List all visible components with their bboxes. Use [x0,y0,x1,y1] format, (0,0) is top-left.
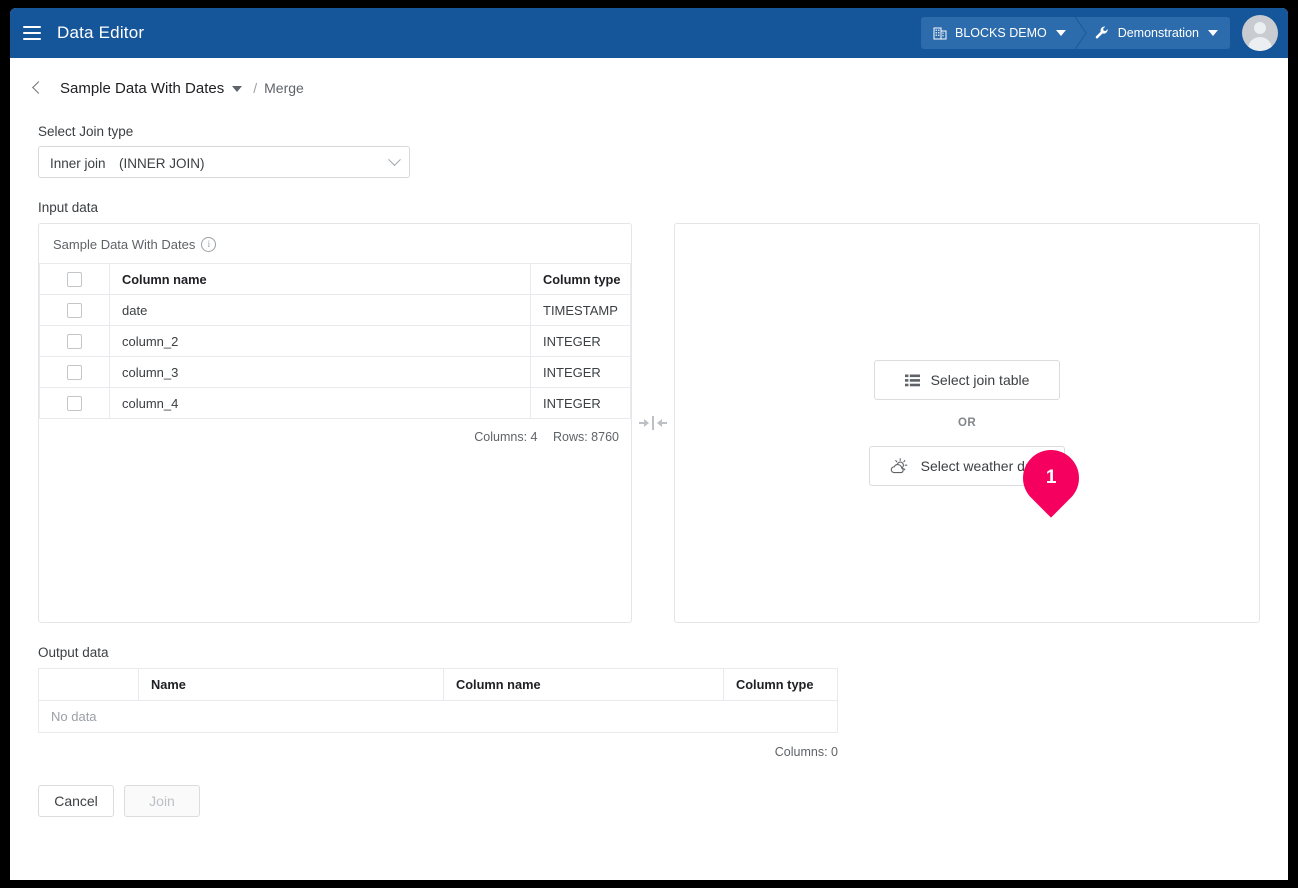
breadcrumb-dataset[interactable]: Sample Data With Dates [60,80,224,97]
join-type-selected-value: Inner join (INNER JOIN) [50,156,205,171]
callout-number: 1 [1045,467,1057,489]
join-type-label: Select Join type [38,124,134,139]
select-join-table-button[interactable]: Select join table [874,360,1060,400]
row-column-name: column_3 [109,356,531,388]
breadcrumb-separator: / [253,80,258,96]
table-row[interactable]: column_3 INTEGER [39,356,631,388]
row-column-name: column_2 [109,325,531,357]
output-data-label: Output data [38,645,109,660]
source-columns-table: Column name Column type date TIMESTAMP c… [39,263,631,419]
output-column-name-header: Column name [443,668,724,701]
row-checkbox[interactable] [67,303,82,319]
row-column-type: INTEGER [530,356,631,388]
input-data-panels: Sample Data With Dates i Column name Col… [38,223,1260,623]
table-row[interactable]: column_4 INTEGER [39,387,631,419]
join-connector [632,223,674,623]
join-target-panel: Select join table OR Select weather data… [674,223,1260,623]
app-selector-chip[interactable]: Demonstration [1075,17,1230,49]
column-type-header: Column type [530,263,631,295]
table-header-row: Column name Column type [39,263,631,295]
breadcrumb: Sample Data With Dates / Merge [10,58,1288,108]
footer-actions: Cancel Join [38,759,1260,817]
column-name-header: Column name [109,263,531,295]
source-columns-count: Columns: 4 [474,430,538,444]
input-data-label: Input data [38,200,99,215]
app-title: Data Editor [57,23,145,42]
row-select-cell [39,387,110,419]
select-all-header-cell [39,263,110,295]
row-select-cell [39,294,110,326]
app-window: Data Editor BLOCKS DEMO Demonstration Sa… [10,8,1288,880]
building-icon [933,26,947,40]
select-join-table-label: Select join table [930,372,1030,388]
page-content: Select Join type Inner join (INNER JOIN)… [10,108,1288,817]
row-column-name: column_4 [109,387,531,419]
row-checkbox[interactable] [67,365,82,381]
chevron-down-icon [388,152,401,166]
info-icon[interactable]: i [201,237,217,252]
project-chip-label: BLOCKS DEMO [955,26,1047,40]
source-table-panel: Sample Data With Dates i Column name Col… [38,223,632,623]
wrench-icon [1094,25,1110,41]
table-row[interactable]: column_2 INTEGER [39,325,631,357]
or-divider-label: OR [957,417,977,429]
app-header-right: BLOCKS DEMO Demonstration [921,8,1288,58]
join-arrows-icon [639,416,667,430]
app-header-bar: Data Editor BLOCKS DEMO Demonstration [10,8,1288,58]
output-table-stats: Columns: 0 [774,745,838,759]
output-column-type-header: Column type [723,668,838,701]
chevron-down-icon [1208,30,1218,36]
row-select-cell [39,356,110,388]
row-column-name: date [109,294,531,326]
app-chip-label: Demonstration [1117,26,1199,40]
context-chip-group: BLOCKS DEMO Demonstration [921,17,1230,49]
source-table-name: Sample Data With Dates [53,237,196,252]
row-select-cell [39,325,110,357]
source-table-title-row: Sample Data With Dates i [39,224,631,263]
join-button: Join [124,785,200,817]
output-columns-table: Name Column name Column type No data [38,668,838,733]
cancel-button[interactable]: Cancel [38,785,114,817]
row-column-type: INTEGER [530,325,631,357]
table-header-row: Name Column name Column type [38,668,838,701]
hamburger-menu-icon[interactable] [23,26,41,40]
project-selector-chip[interactable]: BLOCKS DEMO [921,17,1086,49]
source-rows-count: Rows: 8760 [552,430,619,444]
output-blank-header [38,668,139,701]
back-chevron-left-icon[interactable] [28,79,46,97]
breadcrumb-current-page: Merge [264,80,304,96]
chevron-down-icon [1056,30,1066,36]
select-all-checkbox[interactable] [67,272,82,288]
table-row[interactable]: date TIMESTAMP [39,294,631,326]
source-table-stats: Columns: 4 Rows: 8760 [39,419,631,444]
output-empty-text: No data [38,700,838,733]
row-column-type: TIMESTAMP [530,294,631,326]
table-list-icon [904,374,920,387]
weather-sun-cloud-icon [890,457,910,475]
table-empty-row: No data [38,700,838,733]
join-type-select[interactable]: Inner join (INNER JOIN) [38,146,410,178]
row-column-type: INTEGER [530,387,631,419]
row-checkbox[interactable] [67,396,82,412]
output-name-header: Name [138,668,444,701]
breadcrumb-chevron-down-icon[interactable] [232,86,243,92]
row-checkbox[interactable] [67,334,82,350]
user-avatar[interactable] [1242,15,1278,51]
